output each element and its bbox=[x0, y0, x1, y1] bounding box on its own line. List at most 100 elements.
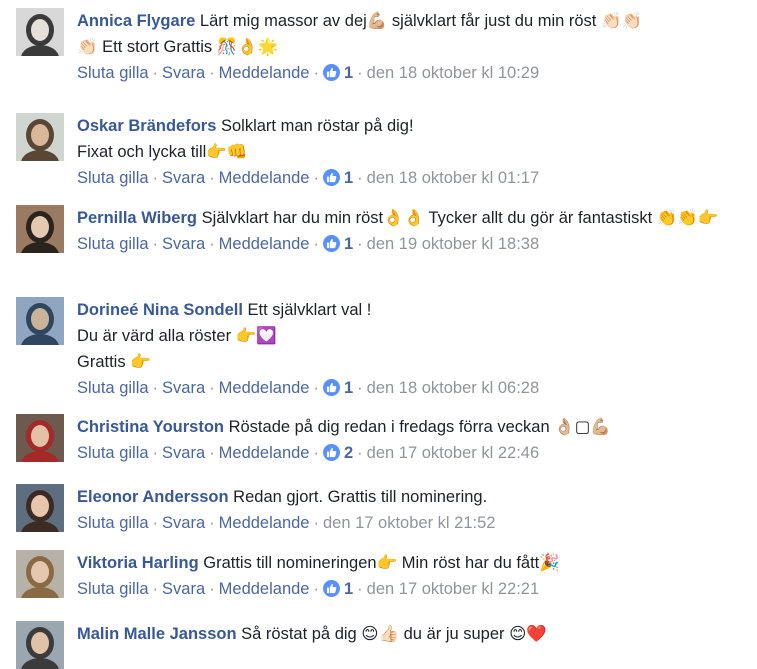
comment-author-link[interactable]: Annica Flygare bbox=[77, 12, 195, 30]
comment-actions: Sluta gilla · Svara · Meddelande · den 17 okto… bbox=[77, 510, 747, 536]
avatar-photo bbox=[16, 113, 64, 161]
thumbs-up-icon[interactable] bbox=[322, 235, 340, 252]
comment-timestamp[interactable]: den 18 oktober kl 01:17 bbox=[367, 169, 539, 187]
separator-dot: · bbox=[357, 444, 363, 462]
thumbs-up-icon[interactable] bbox=[322, 169, 340, 186]
message-link[interactable]: Meddelande bbox=[219, 169, 310, 187]
comment-timestamp[interactable]: den 19 oktober kl 18:38 bbox=[367, 235, 539, 253]
comment-content: Annica Flygare Lärt mig massor av dej💪🏼 … bbox=[77, 8, 747, 60]
comment-author-link[interactable]: Oskar Brändefors bbox=[77, 117, 216, 135]
separator-dot: · bbox=[313, 235, 319, 253]
separator-dot: · bbox=[152, 444, 159, 462]
avatar[interactable] bbox=[16, 297, 64, 345]
comment-content: Dorineé Nina Sondell Ett självklart val … bbox=[77, 297, 747, 375]
separator-dot: · bbox=[357, 235, 363, 253]
separator-dot: · bbox=[357, 64, 363, 82]
thumbs-up-icon[interactable] bbox=[322, 444, 340, 461]
comment-body: Malin Malle Jansson Så röstat på dig 😊👍🏻… bbox=[77, 621, 747, 647]
separator-dot: · bbox=[357, 169, 363, 187]
separator-dot: · bbox=[152, 580, 159, 598]
comment-author-link[interactable]: Pernilla Wiberg bbox=[77, 209, 197, 227]
comment-text: Redan gjort. Grattis till nominering. bbox=[233, 488, 488, 506]
avatar[interactable] bbox=[16, 484, 64, 532]
avatar[interactable] bbox=[16, 8, 64, 56]
comment-text: Röstade på dig redan i fredags förra vec… bbox=[228, 418, 611, 436]
comment-body: Viktoria Harling Grattis till nominering… bbox=[77, 550, 747, 602]
reply-link[interactable]: Svara bbox=[162, 580, 205, 598]
unlike-link[interactable]: Sluta gilla bbox=[77, 235, 149, 253]
like-count[interactable]: 1 bbox=[344, 169, 353, 187]
comment-text: Grattis till nomineringen👉 Min röst har … bbox=[203, 554, 560, 572]
separator-dot: · bbox=[152, 235, 159, 253]
comment-body: Christina Yourston Röstade på dig redan … bbox=[77, 414, 747, 466]
unlike-link[interactable]: Sluta gilla bbox=[77, 514, 149, 532]
reply-link[interactable]: Svara bbox=[162, 444, 205, 462]
comment-content: Oskar Brändefors Solklart man röstar på … bbox=[77, 113, 747, 165]
like-count[interactable]: 2 bbox=[344, 444, 353, 462]
avatar[interactable] bbox=[16, 205, 64, 253]
like-count[interactable]: 1 bbox=[344, 580, 353, 598]
message-link[interactable]: Meddelande bbox=[219, 514, 310, 532]
separator-dot: · bbox=[209, 169, 215, 187]
comment-body: Eleonor Andersson Redan gjort. Grattis t… bbox=[77, 484, 747, 536]
message-link[interactable]: Meddelande bbox=[219, 580, 310, 598]
comment-author-link[interactable]: Malin Malle Jansson bbox=[77, 625, 237, 643]
reply-link[interactable]: Svara bbox=[162, 64, 205, 82]
separator-dot: · bbox=[152, 514, 159, 532]
comment-body: Oskar Brändefors Solklart man röstar på … bbox=[77, 113, 747, 191]
comment-timestamp[interactable]: den 17 oktober kl 21:52 bbox=[323, 514, 495, 532]
comment-timestamp[interactable]: den 18 oktober kl 06:28 bbox=[367, 379, 539, 397]
comment-author-link[interactable]: Eleonor Andersson bbox=[77, 488, 229, 506]
reply-link[interactable]: Svara bbox=[162, 514, 205, 532]
comment-actions: Sluta gilla · Svara · Meddelande · 1 · den 19 ok… bbox=[77, 231, 747, 257]
avatar-photo bbox=[16, 297, 64, 345]
separator-dot: · bbox=[313, 444, 319, 462]
avatar[interactable] bbox=[16, 414, 64, 462]
reply-link[interactable]: Svara bbox=[162, 379, 205, 397]
separator-dot: · bbox=[152, 169, 159, 187]
separator-dot: · bbox=[209, 379, 215, 397]
comment-actions: Sluta gilla · Svara · Meddelande · 1 · den 17 ok… bbox=[77, 576, 747, 602]
avatar-photo bbox=[16, 550, 64, 598]
separator-dot: · bbox=[357, 580, 363, 598]
comment-body: Annica Flygare Lärt mig massor av dej💪🏼 … bbox=[77, 8, 747, 86]
comment-timestamp[interactable]: den 17 oktober kl 22:21 bbox=[367, 580, 539, 598]
comment-list: Annica Flygare Lärt mig massor av dej💪🏼 … bbox=[0, 0, 757, 669]
comment-timestamp[interactable]: den 18 oktober kl 10:29 bbox=[367, 64, 539, 82]
reply-link[interactable]: Svara bbox=[162, 235, 205, 253]
avatar[interactable] bbox=[16, 550, 64, 598]
message-link[interactable]: Meddelande bbox=[219, 235, 310, 253]
comment-author-link[interactable]: Dorineé Nina Sondell bbox=[77, 301, 243, 319]
message-link[interactable]: Meddelande bbox=[219, 444, 310, 462]
separator-dot: · bbox=[313, 580, 319, 598]
unlike-link[interactable]: Sluta gilla bbox=[77, 64, 149, 82]
avatar-photo bbox=[16, 414, 64, 462]
reply-link[interactable]: Svara bbox=[162, 169, 205, 187]
unlike-link[interactable]: Sluta gilla bbox=[77, 580, 149, 598]
avatar[interactable] bbox=[16, 113, 64, 161]
avatar-photo bbox=[16, 484, 64, 532]
separator-dot: · bbox=[152, 64, 159, 82]
unlike-link[interactable]: Sluta gilla bbox=[77, 169, 149, 187]
separator-dot: · bbox=[357, 379, 363, 397]
avatar-photo bbox=[16, 205, 64, 253]
unlike-link[interactable]: Sluta gilla bbox=[77, 444, 149, 462]
comment-author-link[interactable]: Christina Yourston bbox=[77, 418, 224, 436]
message-link[interactable]: Meddelande bbox=[219, 379, 310, 397]
comment-text: Självklart har du min röst👌👌 Tycker allt… bbox=[201, 209, 719, 227]
comment-text: Så röstat på dig 😊👍🏻 du är ju super 😊❤️ bbox=[241, 625, 547, 643]
like-count[interactable]: 1 bbox=[344, 379, 353, 397]
thumbs-up-icon[interactable] bbox=[322, 379, 340, 396]
comment-timestamp[interactable]: den 17 oktober kl 22:46 bbox=[367, 444, 539, 462]
avatar[interactable] bbox=[16, 621, 64, 669]
comment-author-link[interactable]: Viktoria Harling bbox=[77, 554, 199, 572]
comment-body: Dorineé Nina Sondell Ett självklart val … bbox=[77, 297, 747, 401]
comment-content: Eleonor Andersson Redan gjort. Grattis t… bbox=[77, 484, 747, 510]
thumbs-up-icon[interactable] bbox=[322, 64, 340, 81]
like-count[interactable]: 1 bbox=[344, 64, 353, 82]
comment-actions: Sluta gilla · Svara · Meddelande · 1 · den 18 ok… bbox=[77, 60, 747, 86]
like-count[interactable]: 1 bbox=[344, 235, 353, 253]
unlike-link[interactable]: Sluta gilla bbox=[77, 379, 149, 397]
message-link[interactable]: Meddelande bbox=[219, 64, 310, 82]
thumbs-up-icon[interactable] bbox=[322, 580, 340, 597]
